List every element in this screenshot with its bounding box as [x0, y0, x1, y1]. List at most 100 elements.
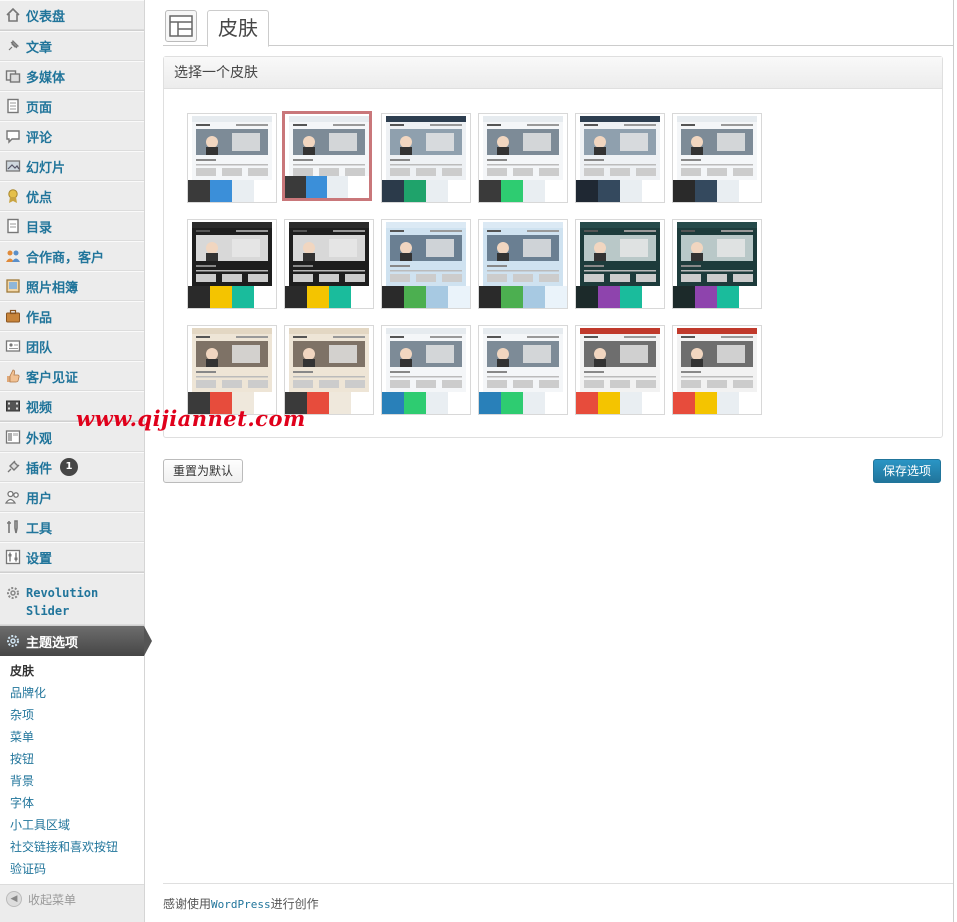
sidebar-item-label: 照片相簿 — [26, 280, 79, 296]
color-swatch — [479, 180, 501, 202]
skin-preview-image — [677, 222, 757, 286]
color-swatch — [306, 176, 327, 198]
color-swatch — [448, 286, 470, 308]
color-swatch — [382, 286, 404, 308]
sidebar-item-label: 仪表盘 — [26, 9, 66, 25]
skin-option[interactable] — [672, 325, 762, 415]
reset-default-button[interactable]: 重置为默认 — [163, 459, 244, 483]
color-swatch — [523, 286, 545, 308]
save-options-button[interactable]: 保存选项 — [873, 459, 942, 483]
tab-skin[interactable]: 皮肤 — [207, 10, 269, 47]
skin-option[interactable] — [672, 219, 762, 309]
submenu-item[interactable]: 小工具区域 — [0, 814, 144, 836]
sidebar-item-list[interactable]: 目录 — [0, 211, 144, 241]
menu-item-revolution-slider[interactable]: Revolution Slider — [0, 573, 144, 625]
color-swatch — [545, 180, 567, 202]
color-swatch — [695, 392, 717, 414]
footer-text: 感谢使用WordPress进行创作 — [163, 895, 319, 912]
skin-option[interactable] — [381, 219, 471, 309]
submenu-item[interactable]: 菜单 — [0, 726, 144, 748]
gear-icon — [4, 632, 22, 650]
color-swatch — [479, 392, 501, 414]
skin-option[interactable] — [575, 325, 665, 415]
sidebar-item-award[interactable]: 优点 — [0, 181, 144, 211]
skin-preview-image — [483, 328, 563, 392]
skin-option[interactable] — [575, 219, 665, 309]
layout-icon — [165, 10, 197, 42]
list-icon — [4, 217, 22, 235]
pin-icon — [4, 37, 22, 55]
skin-option[interactable] — [187, 219, 277, 309]
skin-option[interactable] — [575, 113, 665, 203]
color-swatch — [351, 392, 373, 414]
submenu-item[interactable]: 字体 — [0, 792, 144, 814]
sidebar-item-slides[interactable]: 幻灯片 — [0, 151, 144, 181]
submenu-item[interactable]: 皮肤 — [0, 660, 144, 682]
sidebar-item-label: 文章 — [26, 40, 53, 56]
skin-option[interactable] — [284, 219, 374, 309]
sidebar-item-pin[interactable]: 文章 — [0, 31, 144, 61]
briefcase-icon — [4, 307, 22, 325]
sidebar-item-users[interactable]: 用户 — [0, 482, 144, 512]
panel-title: 选择一个皮肤 — [164, 57, 942, 89]
submenu-item[interactable]: 社交链接和喜欢按钮 — [0, 836, 144, 858]
sidebar-item-album[interactable]: 照片相簿 — [0, 271, 144, 301]
skin-option[interactable] — [187, 113, 277, 203]
sidebar-item-label: 合作商，客户 — [26, 250, 105, 266]
color-swatch — [576, 286, 598, 308]
users-icon — [4, 488, 22, 506]
album-icon — [4, 277, 22, 295]
color-swatch — [254, 180, 276, 202]
admin-menu: 仪表盘 文章 多媒体 页面 评论 幻灯片 优点 目录 合作商，客户 照片相簿 作品 团队 客户见证 视频外… — [0, 0, 144, 573]
sidebar-item-page[interactable]: 页面 — [0, 91, 144, 121]
color-swatch — [448, 180, 470, 202]
menu-item-theme-options[interactable]: 主题选项 — [0, 626, 152, 656]
sidebar-item-team[interactable]: 团队 — [0, 331, 144, 361]
sidebar-item-tools[interactable]: 工具 — [0, 512, 144, 542]
skin-option[interactable] — [478, 113, 568, 203]
skin-color-swatches — [673, 180, 761, 202]
media-icon — [4, 67, 22, 85]
skin-option[interactable] — [672, 113, 762, 203]
skin-option[interactable] — [381, 325, 471, 415]
footer-divider — [163, 883, 953, 884]
collapse-menu-label: 收起菜单 — [28, 892, 77, 907]
footer-wordpress-link[interactable]: WordPress — [211, 898, 271, 911]
sidebar-item-settings[interactable]: 设置 — [0, 542, 144, 572]
submenu-item[interactable]: 背景 — [0, 770, 144, 792]
skin-preview-image — [192, 116, 272, 180]
sidebar-item-plugin[interactable]: 插件 1 — [0, 452, 144, 482]
color-swatch — [739, 180, 761, 202]
skin-option[interactable] — [187, 325, 277, 415]
sidebar-item-dashboard[interactable]: 仪表盘 — [0, 0, 144, 30]
skin-option[interactable] — [381, 113, 471, 203]
submenu-item[interactable]: 按钮 — [0, 748, 144, 770]
color-swatch — [404, 180, 426, 202]
skin-color-swatches — [479, 180, 567, 202]
collapse-menu-button[interactable]: ◀ 收起菜单 — [0, 885, 144, 913]
sidebar-item-media[interactable]: 多媒体 — [0, 61, 144, 91]
submenu-item[interactable]: 杂项 — [0, 704, 144, 726]
skin-color-swatches — [479, 392, 567, 414]
theme-options-label: 主题选项 — [26, 635, 79, 651]
skin-option[interactable] — [478, 325, 568, 415]
color-swatch — [576, 180, 598, 202]
skin-color-swatches — [188, 180, 276, 202]
sidebar-item-briefcase[interactable]: 作品 — [0, 301, 144, 331]
color-swatch — [329, 392, 351, 414]
skin-option[interactable] — [478, 219, 568, 309]
theme-options-submenu: 皮肤 品牌化 杂项 菜单 按钮 背景 字体 小工具区域 社交链接和喜欢按钮 验证码 — [0, 656, 144, 885]
color-swatch — [232, 286, 254, 308]
sidebar-item-thumbs-up[interactable]: 客户见证 — [0, 361, 144, 391]
sidebar-item-comment[interactable]: 评论 — [0, 121, 144, 151]
sidebar-item-partners[interactable]: 合作商，客户 — [0, 241, 144, 271]
skin-option[interactable] — [282, 111, 372, 201]
submenu-item[interactable]: 验证码 — [0, 858, 144, 880]
submenu-item[interactable]: 品牌化 — [0, 682, 144, 704]
skin-option[interactable] — [284, 325, 374, 415]
color-swatch — [210, 286, 232, 308]
color-swatch — [598, 392, 620, 414]
sidebar-item-label: 客户见证 — [26, 370, 79, 386]
sidebar-item-label: 作品 — [26, 310, 53, 326]
color-swatch — [426, 180, 448, 202]
